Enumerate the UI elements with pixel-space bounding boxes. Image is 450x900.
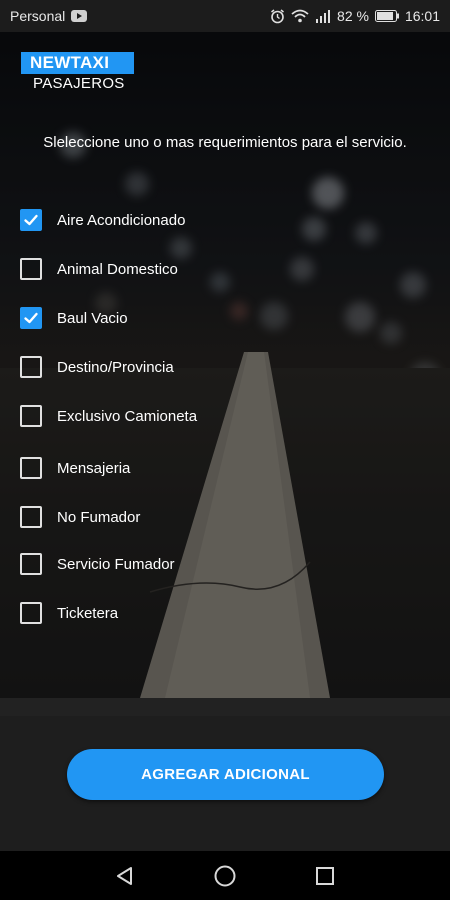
option-label: Exclusivo Camioneta [57, 407, 198, 425]
option-label: No Fumador [57, 508, 141, 526]
option-ticketera[interactable]: Ticketera [20, 601, 118, 625]
checkbox[interactable] [20, 457, 42, 479]
option-baul-vacio[interactable]: Baul Vacio [20, 306, 128, 330]
navigation-bar [0, 851, 450, 900]
option-label: Aire Acondicionado [57, 211, 186, 229]
option-mensajeria[interactable]: Mensajeria [20, 456, 130, 480]
option-exclusivo-camioneta[interactable]: Exclusivo Camioneta [20, 404, 197, 428]
status-right: 82 % 16:01 [270, 8, 440, 24]
checkbox[interactable] [20, 602, 42, 624]
battery-percent: 82 % [337, 8, 369, 24]
option-label: Animal Domestico [57, 260, 178, 278]
logo-brand: NEWTAXI [21, 52, 134, 74]
option-aire-acondicionado[interactable]: Aire Acondicionado [20, 208, 185, 232]
status-bar: Personal 82 % 16:01 [0, 0, 450, 32]
option-label: Destino/Provincia [57, 358, 174, 376]
option-label: Ticketera [57, 604, 119, 622]
battery-icon [374, 10, 399, 22]
bottom-panel: AGREGAR ADICIONAL [0, 698, 450, 851]
status-left: Personal [10, 8, 88, 24]
carrier-label: Personal [10, 8, 66, 24]
recents-icon[interactable] [312, 863, 338, 889]
check-icon [24, 312, 38, 324]
clock: 16:01 [404, 8, 440, 24]
checkbox[interactable] [20, 258, 42, 280]
panel-divider [0, 698, 450, 716]
wifi-icon [291, 9, 309, 23]
add-additional-button[interactable]: AGREGAR ADICIONAL [67, 749, 384, 800]
back-icon[interactable] [112, 863, 138, 889]
app-logo: NEWTAXI PASAJEROS [21, 52, 134, 92]
youtube-icon [71, 10, 88, 22]
option-animal-domestico[interactable]: Animal Domestico [20, 257, 178, 281]
option-servicio-fumador[interactable]: Servicio Fumador [20, 552, 175, 576]
instruction-text: Sleleccione uno o mas requerimientos par… [43, 134, 407, 151]
option-label: Baul Vacio [57, 309, 128, 327]
checkbox[interactable] [20, 506, 42, 528]
logo-subtitle: PASAJEROS [33, 75, 125, 92]
option-label: Mensajeria [57, 459, 131, 477]
option-no-fumador[interactable]: No Fumador [20, 505, 140, 529]
option-label: Servicio Fumador [57, 555, 175, 573]
checkbox[interactable] [20, 209, 42, 231]
signal-icon [315, 9, 331, 23]
checkbox[interactable] [20, 553, 42, 575]
checkbox[interactable] [20, 307, 42, 329]
check-icon [24, 214, 38, 226]
alarm-icon [270, 8, 285, 24]
option-destino-provincia[interactable]: Destino/Provincia [20, 355, 174, 379]
checkbox[interactable] [20, 356, 42, 378]
home-icon[interactable] [212, 863, 238, 889]
checkbox[interactable] [20, 405, 42, 427]
